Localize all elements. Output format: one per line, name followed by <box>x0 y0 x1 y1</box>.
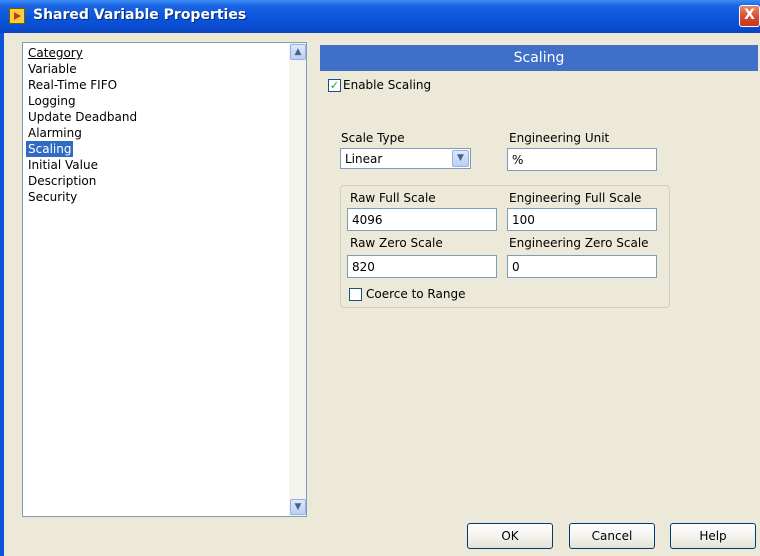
ok-button[interactable]: OK <box>467 523 553 549</box>
engineering-zero-scale-label: Engineering Zero Scale <box>509 236 649 250</box>
raw-full-scale-input[interactable] <box>347 208 497 231</box>
category-item-scaling[interactable]: Scaling <box>26 141 74 157</box>
enable-scaling-label: Enable Scaling <box>343 78 432 92</box>
category-item-update-deadband[interactable]: Update Deadband <box>26 109 139 125</box>
engineering-zero-scale-input[interactable] <box>507 255 657 278</box>
scale-type-select[interactable]: Linear ▼ <box>340 148 471 169</box>
category-item-initial-value[interactable]: Initial Value <box>26 157 100 173</box>
title-bar[interactable]: Shared Variable Properties X <box>0 0 760 33</box>
category-item-logging[interactable]: Logging <box>26 93 78 109</box>
section-title: Scaling <box>320 45 758 71</box>
chevron-down-icon[interactable]: ▼ <box>452 150 469 167</box>
close-icon: X <box>744 7 755 23</box>
scroll-down-arrow-icon[interactable]: ▼ <box>290 499 306 515</box>
help-button[interactable]: Help <box>670 523 756 549</box>
labview-app-icon <box>9 8 25 24</box>
window-title: Shared Variable Properties <box>33 7 247 23</box>
coerce-to-range-label: Coerce to Range <box>366 287 466 301</box>
checkmark-icon: ✓ <box>329 79 340 92</box>
coerce-to-range-checkbox[interactable] <box>349 288 362 301</box>
category-item-alarming[interactable]: Alarming <box>26 125 84 141</box>
category-item-real-time-fifo[interactable]: Real-Time FIFO <box>26 77 119 93</box>
cancel-button[interactable]: Cancel <box>569 523 655 549</box>
engineering-full-scale-input[interactable] <box>507 208 657 231</box>
category-item-description[interactable]: Description <box>26 173 98 189</box>
engineering-full-scale-label: Engineering Full Scale <box>509 191 642 205</box>
shared-variable-properties-dialog: Shared Variable Properties X Category Va… <box>0 0 760 556</box>
close-button[interactable]: X <box>739 5 760 27</box>
scale-type-value: Linear <box>345 152 383 166</box>
scroll-up-arrow-icon[interactable]: ▲ <box>290 44 306 60</box>
enable-scaling-checkbox[interactable]: ✓ <box>328 79 341 92</box>
engineering-unit-input[interactable] <box>507 148 657 171</box>
raw-zero-scale-label: Raw Zero Scale <box>350 236 443 250</box>
category-scrollbar[interactable]: ▲ ▼ <box>289 43 306 516</box>
category-list[interactable]: Category Variable Real-Time FIFO Logging… <box>22 42 307 517</box>
category-item-security[interactable]: Security <box>26 189 79 205</box>
raw-full-scale-label: Raw Full Scale <box>350 191 436 205</box>
window-frame-left <box>0 33 4 556</box>
engineering-unit-label: Engineering Unit <box>509 131 610 145</box>
category-item-variable[interactable]: Variable <box>26 61 79 77</box>
category-header: Category <box>28 46 83 60</box>
scale-type-label: Scale Type <box>341 131 405 145</box>
raw-zero-scale-input[interactable] <box>347 255 497 278</box>
